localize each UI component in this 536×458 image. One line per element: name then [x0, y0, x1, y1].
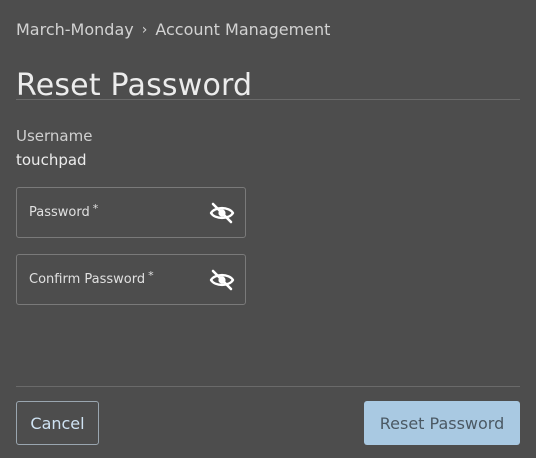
password-label: Password *: [29, 202, 99, 220]
reset-password-button[interactable]: Reset Password: [364, 401, 520, 445]
cancel-button[interactable]: Cancel: [16, 401, 99, 445]
breadcrumb-item-parent[interactable]: March-Monday: [16, 20, 134, 39]
username-value: touchpad: [16, 151, 87, 169]
confirm-password-field[interactable]: Confirm Password *: [16, 254, 246, 305]
password-field[interactable]: Password *: [16, 187, 246, 238]
page-title: Reset Password: [16, 68, 253, 104]
header-divider: [16, 99, 520, 100]
eye-off-icon[interactable]: [209, 269, 235, 291]
breadcrumb: March-Monday › Account Management: [16, 20, 330, 39]
required-marker: *: [148, 269, 154, 282]
password-label-text: Password: [29, 205, 90, 220]
breadcrumb-separator: ›: [141, 21, 148, 38]
required-marker: *: [92, 202, 99, 215]
breadcrumb-item-current[interactable]: Account Management: [155, 20, 330, 39]
username-label: Username: [16, 127, 93, 145]
confirm-password-label-text: Confirm Password: [29, 272, 146, 287]
footer-divider: [16, 386, 520, 387]
confirm-password-label: Confirm Password *: [29, 269, 154, 287]
eye-off-icon[interactable]: [209, 202, 235, 224]
